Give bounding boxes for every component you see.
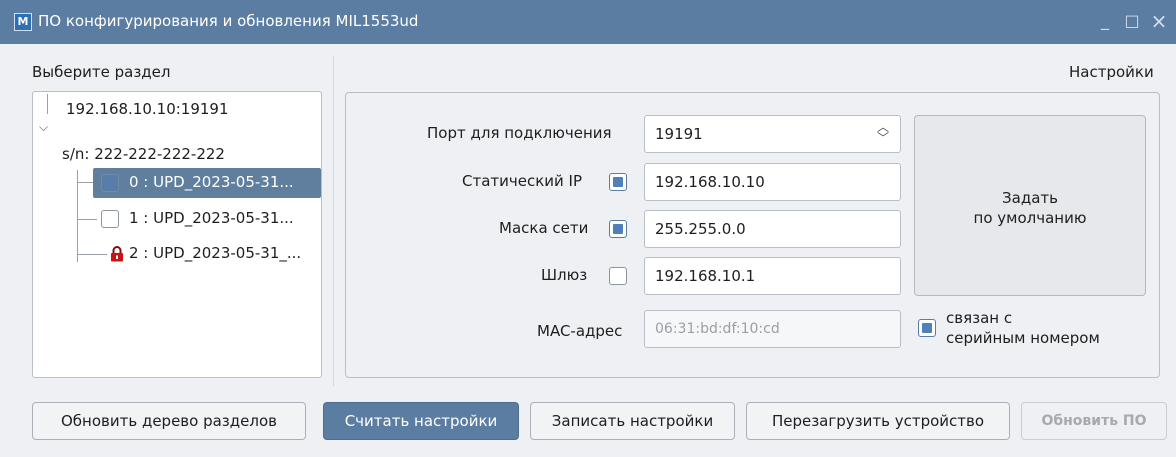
section-tree[interactable]: ⌵ 192.168.10.10:19191 s/n: 222-222-222-2… — [32, 91, 322, 378]
tree-line — [47, 94, 48, 114]
tree-root-host[interactable]: 192.168.10.10:19191 — [66, 100, 229, 118]
tree-item-label: 2 : UPD_2023-05-31_... — [129, 244, 302, 262]
settings-heading: Настройки — [1069, 63, 1154, 81]
tree-item[interactable]: 1 : UPD_2023-05-31... — [93, 204, 321, 234]
set-defaults-text: Задать по умолчанию — [915, 188, 1145, 228]
tree-item-label: 1 : UPD_2023-05-31... — [129, 209, 294, 227]
spin-arrows-icon[interactable]: ︿ ﹀ — [876, 121, 890, 146]
netmask-checkbox[interactable] — [609, 220, 627, 238]
static-ip-value: 192.168.10.10 — [655, 173, 765, 191]
static-ip-label: Статический IP — [462, 172, 583, 190]
app-logo-icon: M — [14, 13, 32, 31]
netmask-field[interactable]: 255.255.0.0 — [644, 210, 901, 248]
collapse-chevron-icon[interactable]: ⌵ — [39, 120, 48, 135]
gateway-label: Шлюз — [541, 266, 588, 284]
static-ip-checkbox[interactable] — [609, 173, 627, 191]
port-label: Порт для подключения — [427, 124, 612, 142]
read-settings-button[interactable]: Считать настройки — [323, 402, 519, 440]
checkbox-icon[interactable] — [101, 210, 119, 228]
close-button[interactable]: × — [1148, 10, 1170, 32]
tree-line — [77, 170, 78, 262]
set-defaults-line2: по умолчанию — [973, 209, 1087, 227]
mac-field: 06:31:bd:df:10:cd — [644, 310, 901, 348]
port-value: 19191 — [655, 125, 703, 143]
tree-item-label: 0 : UPD_2023-05-31... — [129, 173, 294, 191]
serial-link-label: связан с серийным номером — [946, 308, 1100, 348]
tree-item[interactable]: 2 : UPD_2023-05-31_... — [93, 239, 321, 269]
splitter[interactable] — [333, 56, 334, 386]
lock-icon — [111, 246, 123, 262]
write-settings-button[interactable]: Записать настройки — [530, 402, 735, 440]
netmask-label: Маска сети — [499, 219, 589, 237]
gateway-field[interactable]: 192.168.10.1 — [644, 257, 901, 295]
update-firmware-button[interactable]: Обновить ПО — [1021, 402, 1167, 440]
netmask-value: 255.255.0.0 — [655, 220, 746, 238]
set-defaults-line1: Задать — [1002, 189, 1058, 207]
serial-link-line2: серийным номером — [946, 329, 1100, 347]
tree-device-serial[interactable]: s/n: 222-222-222-222 — [62, 145, 225, 163]
gateway-value: 192.168.10.1 — [655, 267, 756, 285]
gateway-checkbox[interactable] — [609, 267, 627, 285]
reboot-device-button[interactable]: Перезагрузить устройство — [746, 402, 1010, 440]
static-ip-field[interactable]: 192.168.10.10 — [644, 163, 901, 201]
tree-item-selected[interactable]: 0 : UPD_2023-05-31... — [93, 168, 321, 198]
tree-line — [77, 182, 93, 183]
set-defaults-button[interactable]: Задать по умолчанию — [914, 115, 1146, 296]
serial-link-line1: связан с — [946, 309, 1013, 327]
mac-label: MAC-адрес — [537, 322, 623, 340]
port-spinbox[interactable]: 19191 ︿ ﹀ — [644, 115, 901, 153]
section-label: Выберите раздел — [32, 63, 171, 81]
serial-link-checkbox[interactable] — [918, 319, 936, 337]
checkbox-checked-icon[interactable] — [101, 174, 119, 192]
mac-value: 06:31:bd:df:10:cd — [655, 321, 780, 337]
window-title: ПО конфигурирования и обновления MIL1553… — [38, 12, 419, 30]
refresh-tree-button[interactable]: Обновить дерево разделов — [32, 402, 306, 440]
minimize-button[interactable]: _ — [1094, 10, 1116, 32]
title-bar[interactable]: M ПО конфигурирования и обновления MIL15… — [0, 0, 1176, 44]
maximize-button[interactable]: □ — [1121, 10, 1143, 32]
